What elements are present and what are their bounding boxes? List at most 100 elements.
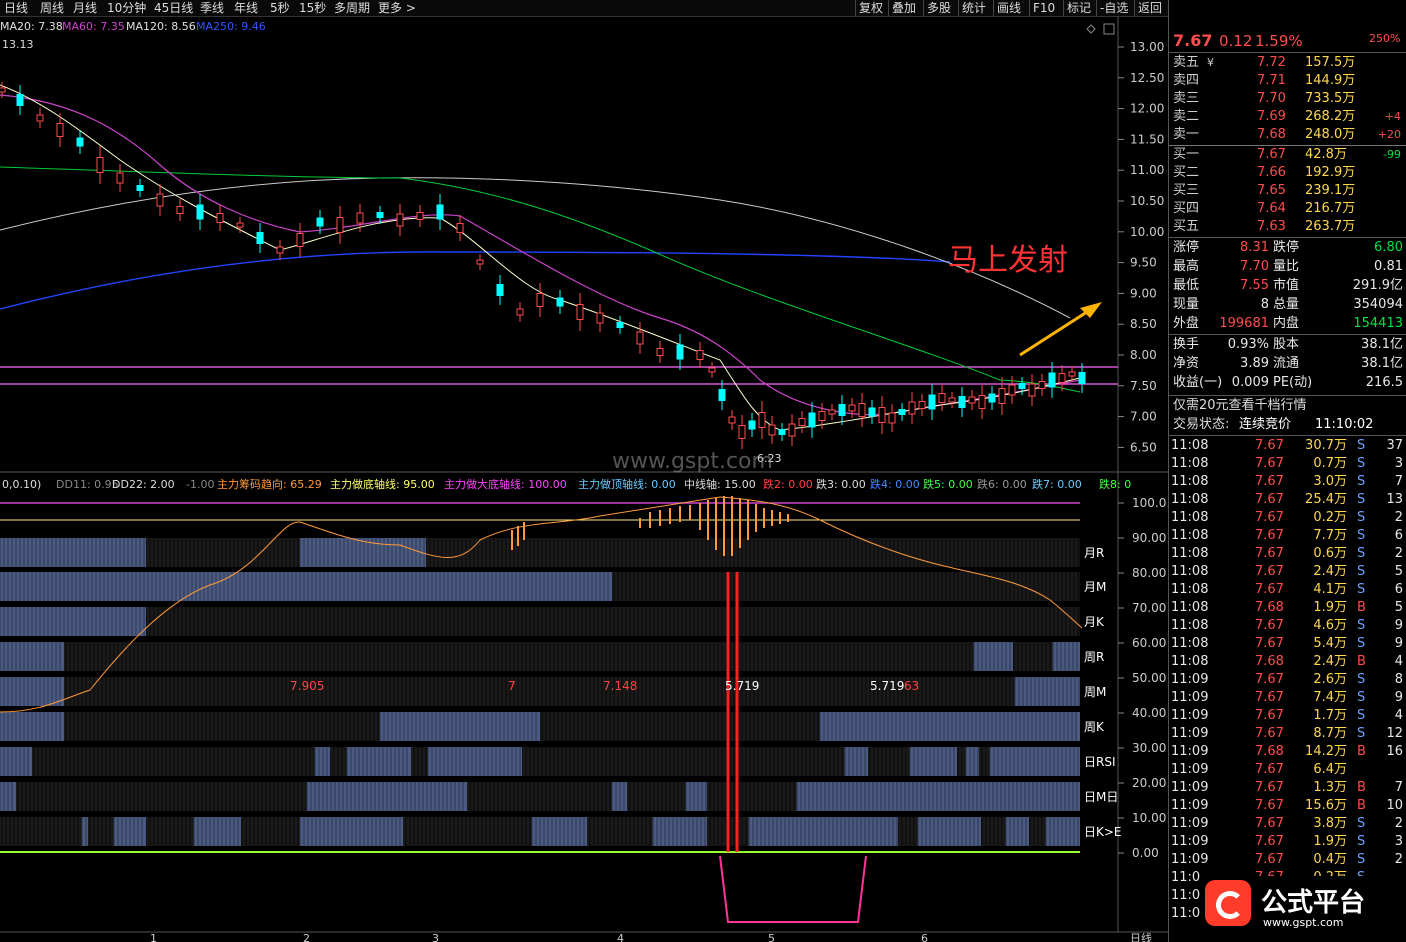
ind-legend-item: 0,0.10) (2, 478, 41, 491)
ind-legend-item: 主力筹码趋向: 65.29 (217, 477, 322, 491)
candle-body (918, 401, 926, 409)
tick-volume: 15.6万 (1305, 798, 1347, 813)
tick-time: 11:08 (1171, 510, 1209, 525)
overlay-button[interactable]: 叠加 (888, 0, 916, 16)
tick-time: 11:09 (1171, 816, 1209, 831)
row-label: 月K (1084, 615, 1105, 629)
kline-chart[interactable]: 13.0012.5012.0011.5011.0010.5010.009.509… (0, 16, 1168, 942)
tab-year[interactable]: 年线 (234, 0, 258, 16)
tick-price: 7.67 (1255, 492, 1284, 507)
stat-label: PE(动) (1273, 375, 1313, 390)
f10-button[interactable]: F10 (1029, 0, 1055, 16)
promo-text[interactable]: 仅需20元查看千档行情 (1173, 397, 1307, 415)
row-label: 周K (1084, 720, 1105, 734)
candle-body (998, 388, 1006, 404)
ind-tick-label: 60.00 (1132, 636, 1166, 650)
bid-row[interactable]: 买三 7.65 239.1万 (1169, 182, 1406, 200)
candle-body (758, 412, 766, 428)
ask-row[interactable]: 卖四 7.71 144.9万 (1169, 72, 1406, 90)
candle-body (376, 212, 384, 218)
ask-row[interactable]: 卖二 7.69 268.2万 +4 (1169, 108, 1406, 126)
tick-side: S (1357, 492, 1366, 507)
tick-volume: 1.9万 (1313, 834, 1347, 849)
candle-body (396, 213, 404, 227)
tick-row: 11:08 7.67 5.4万 S 9 (1169, 635, 1406, 653)
stats-button[interactable]: 统计 (958, 0, 986, 16)
tab-multi-period[interactable]: 多周期 (334, 0, 370, 16)
signal-bar (1046, 817, 1080, 846)
x-tick-4: 4 (617, 932, 624, 942)
bid-row[interactable]: 买一 7.67 42.8万 -99 (1169, 146, 1406, 164)
tick-price: 7.67 (1255, 798, 1284, 813)
price-tick-label: 7.50 (1130, 379, 1157, 393)
tick-price: 7.67 (1255, 528, 1284, 543)
tab-10min[interactable]: 10分钟 (107, 0, 146, 16)
tick-row: 11:08 7.67 0.2万 S 2 (1169, 509, 1406, 527)
tab-month[interactable]: 月线 (73, 0, 97, 16)
bid-row[interactable]: 买五 7.63 263.7万 (1169, 218, 1406, 236)
row-label: 月M (1084, 580, 1106, 594)
stat-label: 内盘 (1273, 316, 1300, 331)
tick-count: 2 (1394, 510, 1403, 525)
bid-volume: 263.7万 (1305, 219, 1356, 234)
signal-bar (797, 782, 1080, 811)
mark-button[interactable]: 标记 (1063, 0, 1091, 16)
ask-price: 7.69 (1257, 109, 1286, 124)
tick-count: 16 (1386, 744, 1403, 759)
ma250-line (0, 251, 951, 310)
promo-row[interactable]: 仅需20元查看千档行情 (1169, 397, 1406, 415)
tick-price: 7.67 (1255, 708, 1284, 723)
tick-time: 11:09 (1171, 780, 1209, 795)
watchlist-button[interactable]: -自选 (1096, 0, 1128, 16)
stat-value: 8.31 (1240, 240, 1269, 255)
ask-label: 卖三 (1173, 91, 1200, 106)
expand-icon[interactable] (1103, 23, 1115, 35)
candle-body (676, 344, 684, 360)
ask-row[interactable]: 卖一 7.68 248.0万 +20 (1169, 126, 1406, 144)
tab-45day[interactable]: 45日线 (154, 0, 193, 16)
candle-body (436, 204, 444, 220)
stat-value: 6.80 (1374, 240, 1403, 255)
candle-body (496, 284, 504, 296)
tick-count: 9 (1394, 636, 1403, 651)
bid-price: 7.66 (1257, 165, 1286, 180)
candle-body (216, 213, 224, 223)
tick-price: 7.67 (1255, 564, 1284, 579)
tick-side: S (1357, 582, 1366, 597)
candlestick-series (0, 82, 1086, 449)
stat-value: 154413 (1353, 316, 1403, 331)
back-button[interactable]: 返回 (1134, 0, 1162, 16)
bid-row[interactable]: 买二 7.66 192.9万 (1169, 164, 1406, 182)
row-label: 日K>E (1084, 825, 1122, 839)
candle-body (316, 217, 324, 227)
candle-body (176, 206, 184, 214)
tick-row: 11:09 7.68 14.2万 B 16 (1169, 743, 1406, 761)
tick-time: 11:09 (1171, 690, 1209, 705)
tick-volume: 8.7万 (1313, 726, 1347, 741)
multi-stock-button[interactable]: 多股 (923, 0, 951, 16)
tick-row: 11:08 7.67 7.7万 S 6 (1169, 527, 1406, 545)
tick-time: 11:0 (1171, 906, 1201, 921)
tick-time: 11:09 (1171, 798, 1209, 813)
diamond-icon[interactable] (1086, 24, 1096, 34)
ind-legend-item: 跌7: 0.00 (1032, 477, 1082, 491)
bid-row[interactable]: 买四 7.64 216.7万 (1169, 200, 1406, 218)
tick-side: S (1357, 456, 1366, 471)
bottom-tab-day[interactable]: 日线 (1130, 931, 1152, 942)
tab-5sec[interactable]: 5秒 (270, 0, 290, 16)
restore-rights-button[interactable]: 复权 (855, 0, 883, 16)
tab-15sec[interactable]: 15秒 (299, 0, 326, 16)
candle-body (718, 389, 726, 401)
tab-quarter[interactable]: 季线 (200, 0, 224, 16)
ask-row[interactable]: 卖三 7.70 733.5万 (1169, 90, 1406, 108)
tab-more[interactable]: 更多 > (378, 0, 416, 16)
tick-side: S (1357, 708, 1366, 723)
tab-week[interactable]: 周线 (40, 0, 64, 16)
tab-day[interactable]: 日线 (4, 0, 28, 16)
draw-line-button[interactable]: 画线 (993, 0, 1021, 16)
price-tick-label: 11.50 (1130, 132, 1164, 146)
tick-count: 5 (1394, 564, 1403, 579)
tick-price: 7.67 (1255, 474, 1284, 489)
ask-row[interactable]: 卖五 ¥ 7.72 157.5万 (1169, 54, 1406, 72)
candle-body (738, 425, 746, 439)
